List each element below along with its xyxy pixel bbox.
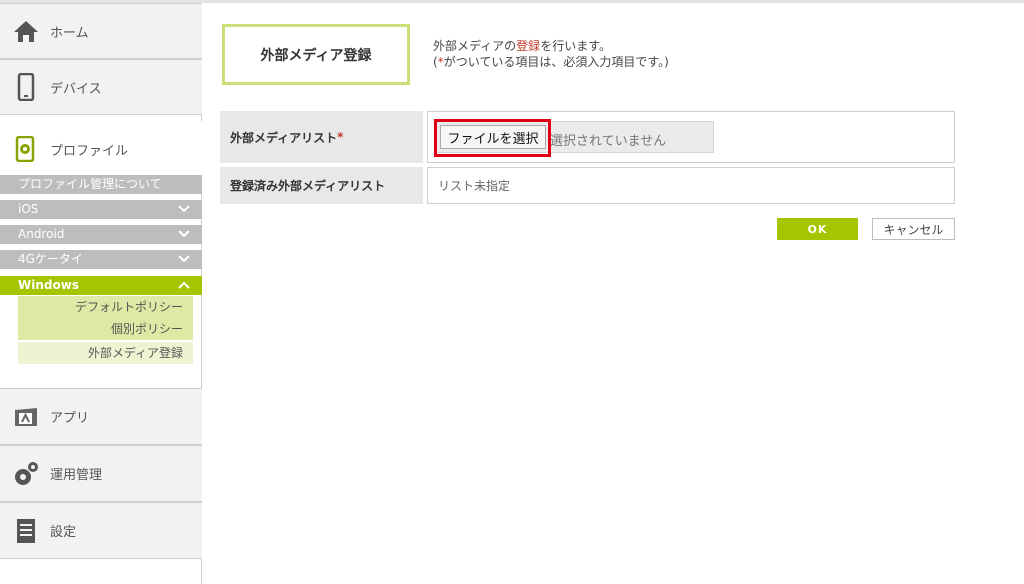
profile-gear-icon xyxy=(12,135,40,163)
page-description: 外部メディアの登録を行います。 (*がついている項目は、必須入力項目です。) xyxy=(433,38,669,70)
ok-button[interactable]: OK xyxy=(777,218,858,240)
registered-list-value: リスト未指定 xyxy=(427,167,955,204)
home-icon xyxy=(12,17,40,45)
smartphone-icon xyxy=(12,73,40,101)
sidebar-item-external-media[interactable]: 外部メディア登録 xyxy=(18,342,193,364)
desc-highlight: 登録 xyxy=(516,39,541,53)
nav-app-label: アプリ xyxy=(50,411,90,426)
file-status-text: 選択されていません xyxy=(550,134,667,149)
desc-text: を行います。 xyxy=(540,39,611,53)
form-label: 登録済み外部メディアリスト xyxy=(220,167,423,204)
sidebar-item-4g-keitai-label: 4Gケータイ xyxy=(18,252,83,266)
media-list-label: 外部メディアリスト xyxy=(230,130,338,145)
nav-device-label: デバイス xyxy=(50,81,102,97)
sidebar-item-ios-label: iOS xyxy=(18,202,39,216)
page-title: 外部メディア登録 xyxy=(222,24,410,85)
nav-settings[interactable]: 設定 xyxy=(0,502,202,559)
cancel-button[interactable]: キャンセル xyxy=(872,218,955,240)
choose-file-button[interactable]: ファイルを選択 xyxy=(440,125,546,149)
desc-text: がついている項目は、必須入力項目です。) xyxy=(443,55,669,69)
nav-profile[interactable]: プロファイル xyxy=(0,121,202,177)
form-row-registered-list: 登録済み外部メディアリスト リスト未指定 xyxy=(220,167,955,204)
required-mark: * xyxy=(337,130,344,144)
sidebar-item-android[interactable]: Android xyxy=(0,225,202,244)
sidebar-item-4g-keitai[interactable]: 4Gケータイ xyxy=(0,250,202,269)
nav-operation[interactable]: 運用管理 xyxy=(0,445,202,502)
sidebar: ホーム デバイス プロファイル プロファイル管理について iOS Android… xyxy=(0,3,202,584)
sidebar-item-windows[interactable]: Windows xyxy=(0,276,202,295)
chevron-down-icon xyxy=(178,205,190,213)
nav-profile-label: プロファイル xyxy=(50,143,129,159)
chevron-down-icon xyxy=(178,230,190,238)
nav-home[interactable]: ホーム xyxy=(0,3,202,59)
document-icon xyxy=(12,517,40,545)
nav-operation-label: 運用管理 xyxy=(50,468,103,483)
sidebar-item-default-policy[interactable]: デフォルトポリシー xyxy=(18,296,193,318)
sidebar-item-individual-policy[interactable]: 個別ポリシー xyxy=(18,318,193,340)
form-label: 外部メディアリスト * xyxy=(220,111,423,163)
nav-settings-label: 設定 xyxy=(50,525,77,540)
nav-app[interactable]: アプリ xyxy=(0,388,202,445)
description-line-2: (*がついている項目は、必須入力項目です。) xyxy=(433,54,669,70)
desc-text: 外部メディアの xyxy=(433,39,517,53)
gears-icon xyxy=(12,460,40,488)
description-line-1: 外部メディアの登録を行います。 xyxy=(433,38,669,54)
sidebar-item-ios[interactable]: iOS xyxy=(0,200,202,219)
chevron-up-icon xyxy=(178,281,190,289)
sidebar-item-windows-label: Windows xyxy=(18,278,79,292)
app-icon xyxy=(12,403,40,431)
nav-device[interactable]: デバイス xyxy=(0,59,202,115)
chevron-down-icon xyxy=(178,255,190,263)
sidebar-item-android-label: Android xyxy=(18,227,65,241)
nav-home-label: ホーム xyxy=(50,25,89,41)
sidebar-item-about[interactable]: プロファイル管理について xyxy=(0,175,202,194)
